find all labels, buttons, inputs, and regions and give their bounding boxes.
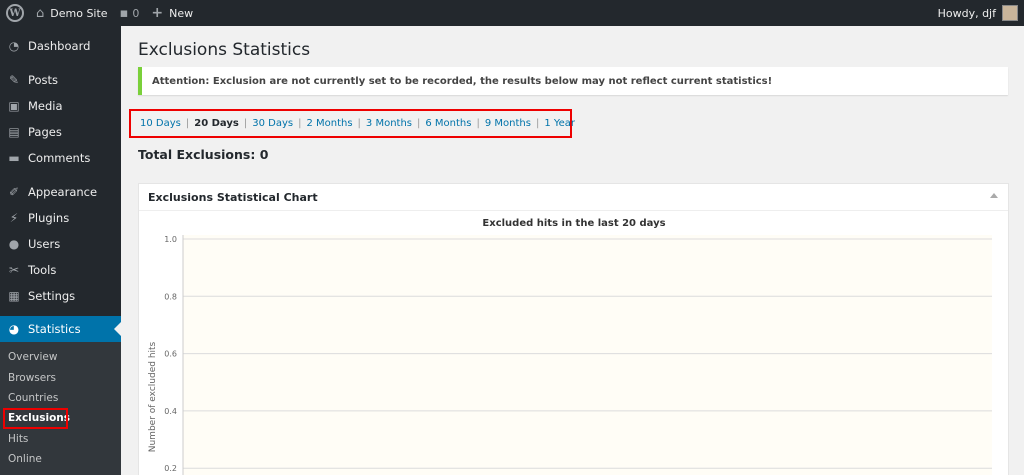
sidebar-item-label: Comments xyxy=(28,151,91,165)
admin-sidebar: ◔ Dashboard ✎ Posts ▣ Media ▤ Pages ▬ Co… xyxy=(0,26,121,475)
y-tick-label: 0.2 xyxy=(164,464,177,473)
statistics-submenu: Overview Browsers Countries Exclusions H… xyxy=(0,342,121,475)
settings-icon: ▦ xyxy=(8,289,20,303)
submenu-item-countries[interactable]: Countries xyxy=(8,392,58,404)
submenu-item-overview[interactable]: Overview xyxy=(8,351,57,363)
sidebar-item-label: Pages xyxy=(28,125,62,139)
comments-count: 0 xyxy=(132,6,140,20)
y-tick-label: 0.4 xyxy=(164,407,177,416)
sidebar-item-label: Posts xyxy=(28,73,59,87)
comments-link[interactable]: ▪ 0 xyxy=(114,0,146,26)
plot-area xyxy=(183,235,992,475)
exclusions-line-chart: Excluded hits in the last 20 days Number… xyxy=(148,218,992,475)
submenu-item-hits[interactable]: Hits xyxy=(8,433,28,445)
plug-icon: ⚡ xyxy=(9,211,19,225)
pie-chart-icon: ◕ xyxy=(8,322,20,336)
range-current-20-days: 20 Days xyxy=(194,118,239,129)
exclusions-chart-postbox: Exclusions Statistical Chart Excluded hi… xyxy=(138,183,1009,475)
comments-icon: ▬ xyxy=(8,151,20,165)
postbox-title: Exclusions Statistical Chart xyxy=(148,190,318,204)
media-icon: ▣ xyxy=(8,99,20,113)
site-name: Demo Site xyxy=(50,6,108,20)
my-account-link[interactable]: Howdy, djf xyxy=(938,0,1018,26)
range-link-1-year[interactable]: 1 Year xyxy=(544,118,575,129)
new-content-link[interactable]: + New xyxy=(145,0,199,26)
admin-bar: W ⌂ Demo Site ▪ 0 + New Howdy, djf xyxy=(0,0,1024,26)
brush-icon: ✐ xyxy=(8,185,20,199)
time-range-selector: 10 Days | 20 Days | 30 Days | 2 Months | 3 Month… xyxy=(140,118,575,129)
range-separator: | xyxy=(476,118,480,129)
sidebar-item-label: Settings xyxy=(28,289,76,303)
home-icon: ⌂ xyxy=(36,5,45,21)
pin-icon: ✎ xyxy=(8,73,20,87)
site-name-link[interactable]: ⌂ Demo Site xyxy=(30,0,114,26)
range-separator: | xyxy=(535,118,540,129)
sidebar-item-appearance[interactable]: ✐ Appearance xyxy=(0,179,121,205)
range-separator: | xyxy=(417,118,421,129)
range-link-2-months[interactable]: 2 Months xyxy=(306,118,352,129)
chart-title: Excluded hits in the last 20 days xyxy=(482,218,665,229)
sidebar-item-label: Statistics xyxy=(28,322,81,336)
y-axis-label: Number of excluded hits xyxy=(148,341,158,452)
range-link-10-days[interactable]: 10 Days xyxy=(140,118,181,129)
sidebar-item-comments[interactable]: ▬ Comments xyxy=(0,145,121,171)
sidebar-item-tools[interactable]: ✂ Tools xyxy=(0,257,121,283)
main-content: Exclusions Statistics Attention: Exclusi… xyxy=(121,26,1024,475)
sidebar-item-users[interactable]: ● Users xyxy=(0,231,121,257)
sidebar-item-media[interactable]: ▣ Media xyxy=(0,93,121,119)
sidebar-item-pages[interactable]: ▤ Pages xyxy=(0,119,121,145)
user-icon: ● xyxy=(8,237,20,251)
wrench-icon: ✂ xyxy=(8,263,20,277)
avatar xyxy=(1002,5,1018,21)
dashboard-icon: ◔ xyxy=(8,39,20,53)
range-separator: | xyxy=(357,118,361,129)
sidebar-item-label: Dashboard xyxy=(28,39,91,53)
postbox-header[interactable]: Exclusions Statistical Chart xyxy=(139,184,1008,211)
range-link-9-months[interactable]: 9 Months xyxy=(485,118,531,129)
sidebar-item-label: Appearance xyxy=(28,185,98,199)
sidebar-item-dashboard[interactable]: ◔ Dashboard xyxy=(0,33,121,59)
page-title: Exclusions Statistics xyxy=(138,40,311,60)
sidebar-item-label: Plugins xyxy=(28,211,70,225)
total-exclusions: Total Exclusions: 0 xyxy=(138,147,269,162)
pages-icon: ▤ xyxy=(8,125,20,139)
wordpress-logo-icon: W xyxy=(6,4,24,22)
collapse-toggle-icon[interactable] xyxy=(990,193,998,198)
range-link-30-days[interactable]: 30 Days xyxy=(252,118,293,129)
submenu-item-online[interactable]: Online xyxy=(8,453,42,465)
range-link-6-months[interactable]: 6 Months xyxy=(425,118,471,129)
submenu-item-browsers[interactable]: Browsers xyxy=(8,372,56,384)
y-tick-label: 1.0 xyxy=(164,235,177,244)
wp-logo-menu[interactable]: W xyxy=(0,0,30,26)
sidebar-item-label: Media xyxy=(28,99,63,113)
y-tick-label: 0.8 xyxy=(164,292,177,301)
sidebar-item-statistics[interactable]: ◕ Statistics xyxy=(0,316,121,342)
range-link-3-months[interactable]: 3 Months xyxy=(366,118,412,129)
sidebar-item-posts[interactable]: ✎ Posts xyxy=(0,67,121,93)
sidebar-item-settings[interactable]: ▦ Settings xyxy=(0,283,121,309)
y-tick-label: 0.6 xyxy=(164,350,177,359)
range-separator: | xyxy=(185,118,190,129)
sidebar-item-plugins[interactable]: ⚡ Plugins xyxy=(0,205,121,231)
plus-icon: + xyxy=(151,5,164,21)
new-label: New xyxy=(169,6,194,20)
sidebar-item-label: Users xyxy=(28,237,61,251)
howdy-text: Howdy, djf xyxy=(937,6,996,20)
attention-notice: Attention: Exclusion are not currently s… xyxy=(138,67,1008,95)
sidebar-item-label: Tools xyxy=(28,263,57,277)
exclusions-highlight-box xyxy=(3,408,68,429)
range-separator: | xyxy=(298,118,302,129)
range-separator: | xyxy=(243,118,248,129)
notice-text: Attention: Exclusion are not currently s… xyxy=(152,75,773,87)
comment-bubble-icon: ▪ xyxy=(119,5,129,21)
